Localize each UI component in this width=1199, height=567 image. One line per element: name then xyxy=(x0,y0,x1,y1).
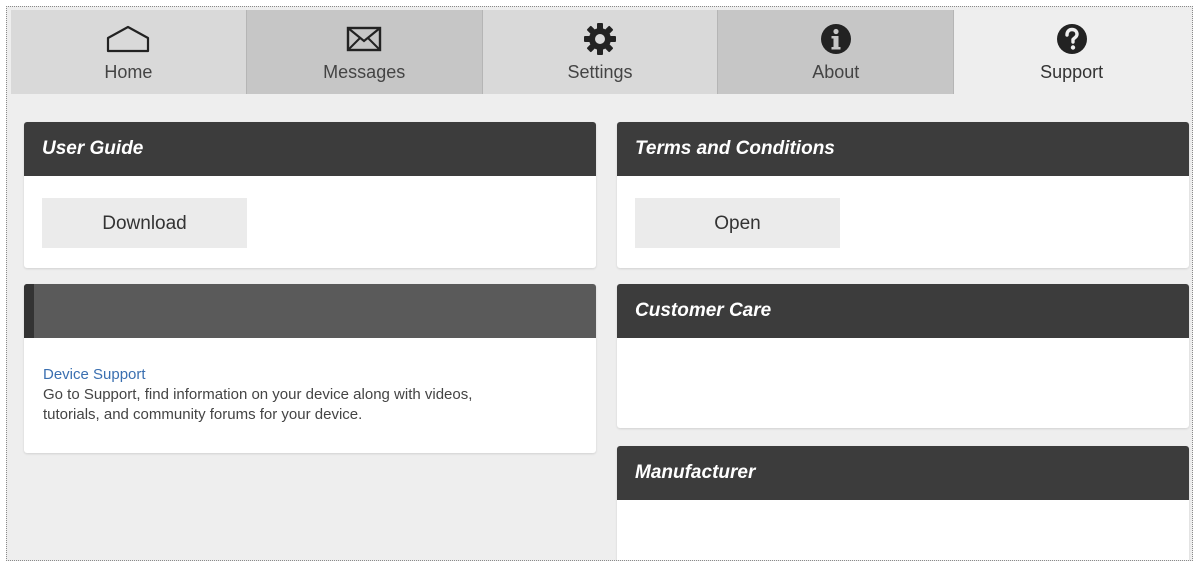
manufacturer-title: Manufacturer xyxy=(617,446,1189,500)
tab-messages-label: Messages xyxy=(323,62,406,82)
customer-care-title: Customer Care xyxy=(617,284,1189,338)
device-support-description-line2: tutorials, and community forums for your… xyxy=(43,406,363,423)
tab-support-label: Support xyxy=(1040,62,1104,82)
user-guide-title: User Guide xyxy=(24,122,596,176)
terms-panel: Terms and Conditions Open xyxy=(617,122,1189,268)
question-icon xyxy=(1056,20,1088,58)
tab-about-label: About xyxy=(812,62,860,82)
gear-icon xyxy=(583,20,617,58)
tab-home-label: Home xyxy=(104,62,153,82)
device-support-header xyxy=(24,284,596,338)
home-icon xyxy=(105,20,151,58)
download-button[interactable]: Download xyxy=(42,198,247,248)
customer-care-panel: Customer Care xyxy=(617,284,1189,428)
support-page: Home Messages Settings About Support Use… xyxy=(6,6,1193,561)
tab-messages[interactable]: Messages xyxy=(246,10,483,94)
envelope-icon xyxy=(346,20,382,58)
tab-about[interactable]: About xyxy=(718,10,955,94)
terms-title: Terms and Conditions xyxy=(617,122,1189,176)
tab-bar: Home Messages Settings About Support xyxy=(11,10,1189,94)
info-icon xyxy=(820,20,852,58)
open-button[interactable]: Open xyxy=(635,198,840,248)
tab-support[interactable]: Support xyxy=(954,10,1189,94)
tab-settings[interactable]: Settings xyxy=(482,10,719,94)
user-guide-panel: User Guide Download xyxy=(24,122,596,268)
device-support-description-line1: Go to Support, find information on your … xyxy=(43,386,473,403)
tab-settings-label: Settings xyxy=(567,62,633,82)
manufacturer-panel: Manufacturer xyxy=(617,446,1189,560)
device-support-description: Go to Support, find information on your … xyxy=(43,385,583,425)
tab-home[interactable]: Home xyxy=(11,10,247,94)
device-support-panel: Device Support Go to Support, find infor… xyxy=(24,284,596,453)
device-support-link[interactable]: Device Support xyxy=(43,366,583,383)
